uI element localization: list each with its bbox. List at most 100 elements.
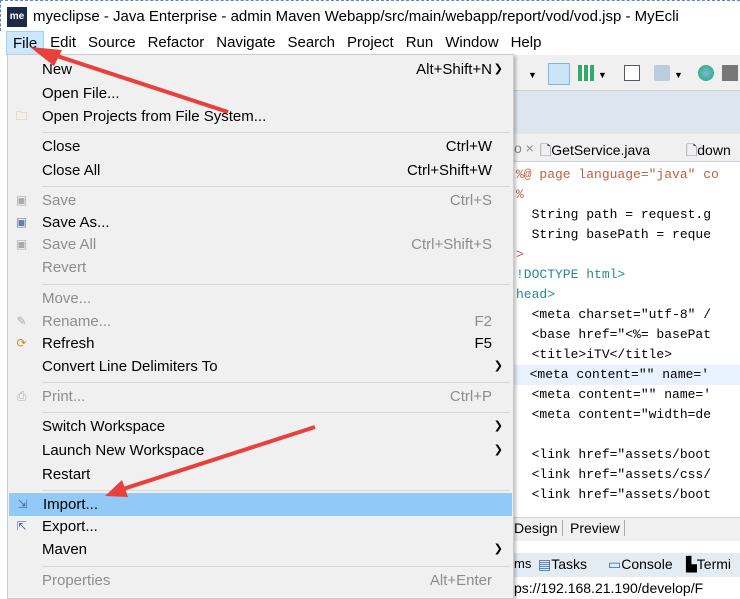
menu-item-save-as[interactable]: ▣ Save As... (8, 211, 513, 234)
code-line: > (516, 247, 524, 262)
menu-separator (42, 412, 510, 413)
code-editor[interactable]: %@ page language="java" co% String path … (514, 162, 740, 517)
camera-icon[interactable] (722, 65, 738, 81)
menu-separator (42, 284, 510, 285)
refresh-icon: ⟳ (16, 336, 27, 350)
save-as-icon: ▣ (15, 215, 28, 229)
menu-item-print[interactable]: ⎙ Print... Ctrl+P (8, 385, 513, 408)
menu-item-label: Save (42, 192, 77, 209)
menu-item-label: Export... (42, 518, 98, 535)
menu-item-import[interactable]: ⇲ Import... (9, 493, 512, 516)
dropdown-icon[interactable]: ▼ (674, 70, 690, 86)
menu-item-convert-line-delimiters-to[interactable]: Convert Line Delimiters To ❯ (8, 355, 513, 378)
dropdown-icon[interactable]: ▼ (528, 70, 544, 86)
menu-item-label: Convert Line Delimiters To (42, 358, 218, 375)
save-all-icon: ▣ (15, 237, 28, 251)
file-icon: 🗋 (686, 142, 698, 158)
submenu-arrow-icon: ❯ (493, 360, 503, 372)
menu-item-label: Close All (42, 162, 101, 179)
shortcut: Ctrl+W (445, 138, 492, 155)
menu-item-revert[interactable]: Revert (8, 256, 513, 279)
menu-item-new[interactable]: New Alt+Shift+N ❯ (8, 58, 513, 81)
tab-close-icon[interactable]: o × (514, 140, 534, 156)
java-file-icon: 🗋 (540, 142, 552, 158)
import-icon: ⇲ (17, 497, 28, 511)
title-bar: me myeclipse - Java Enterprise - admin M… (0, 0, 740, 31)
menu-item-save[interactable]: ▣ Save Ctrl+S (8, 189, 513, 212)
tab-preview[interactable]: Preview (570, 520, 625, 536)
menu-item-label: New (42, 61, 73, 78)
shortcut: Alt+Enter (429, 572, 492, 589)
menu-run[interactable]: Run (400, 31, 440, 55)
code-line: % (516, 187, 524, 202)
menu-bar: File Edit Source Refactor Navigate Search Proj… (0, 31, 740, 55)
shortcut: Ctrl+Shift+W (406, 162, 492, 179)
url-field[interactable]: ps://192.168.21.190/develop/F (514, 580, 740, 599)
toolbar: ▼ ▼ ▼ (514, 55, 740, 91)
menu-item-switch-workspace[interactable]: Switch Workspace ❯ (8, 415, 513, 438)
menu-refactor[interactable]: Refactor (142, 31, 211, 55)
tab-design[interactable]: Design (514, 520, 563, 536)
menu-item-export[interactable]: ⇱ Export... (8, 515, 513, 538)
tab-label: down (697, 142, 731, 158)
menu-file[interactable]: File (6, 31, 45, 55)
file-menu: New Alt+Shift+N ❯ Open File... 🗀 Open Project… (7, 54, 514, 599)
tab-getservice[interactable]: 🗋GetService.java (540, 140, 650, 164)
shortcut: Ctrl+S (449, 192, 492, 209)
menu-item-label: Print... (42, 388, 86, 405)
menu-separator (42, 186, 510, 187)
editor-tabs: o × 🗋GetService.java 🗋down (514, 134, 740, 162)
grid-icon[interactable] (578, 65, 594, 81)
menu-project[interactable]: Project (341, 31, 400, 55)
tab-down[interactable]: 🗋down (686, 140, 731, 164)
menu-separator (42, 490, 510, 491)
menu-item-label: Revert (42, 259, 87, 276)
code-line: <link href="assets/boot (516, 447, 712, 462)
window-title: myeclipse - Java Enterprise - admin Mave… (33, 8, 679, 25)
save-icon: ▣ (15, 193, 28, 207)
menu-item-properties[interactable]: Properties Alt+Enter (8, 569, 513, 592)
menu-item-refresh[interactable]: ⟳ Refresh F5 (8, 332, 513, 355)
menu-help[interactable]: Help (505, 31, 548, 55)
menu-item-label: Switch Workspace (42, 418, 166, 435)
shortcut: Alt+Shift+N (416, 61, 492, 78)
menu-item-move[interactable]: Move... (8, 287, 513, 310)
code-line: !DOCTYPE html> (516, 267, 626, 282)
menu-item-open-projects-from-file-system[interactable]: 🗀 Open Projects from File System... (8, 105, 513, 128)
menu-item-label: Save All (42, 236, 97, 253)
menu-item-save-all[interactable]: ▣ Save All Ctrl+Shift+S (8, 233, 513, 256)
menu-item-label: Open Projects from File System... (42, 108, 267, 125)
code-line: <meta content="" name=' (516, 387, 712, 402)
view-problems[interactable]: ms (514, 556, 531, 571)
view-terminal[interactable]: ▙Termi (686, 556, 731, 573)
dropdown-icon[interactable]: ▼ (598, 70, 614, 86)
menu-item-launch-new-workspace[interactable]: Launch New Workspace ❯ (8, 439, 513, 462)
menu-navigate[interactable]: Navigate (210, 31, 281, 55)
shortcut: Ctrl+Shift+S (411, 236, 492, 253)
menu-item-close-all[interactable]: Close All Ctrl+Shift+W (8, 159, 513, 182)
submenu-arrow-icon: ❯ (493, 444, 503, 456)
menu-edit[interactable]: Edit (44, 31, 82, 55)
menu-item-open-file[interactable]: Open File... (8, 82, 513, 105)
wizard-icon[interactable] (654, 65, 670, 81)
view-tasks[interactable]: ▤Tasks (538, 556, 587, 573)
menu-window[interactable]: Window (439, 31, 504, 55)
open-perspective-icon[interactable] (548, 63, 570, 85)
menu-source[interactable]: Source (82, 31, 142, 55)
export-icon: ⇱ (16, 519, 27, 533)
views-bar: ms ▤Tasks ▭Console ▙Termi (514, 553, 740, 577)
menu-item-close[interactable]: Close Ctrl+W (8, 135, 513, 158)
menu-item-label: Import... (43, 496, 99, 513)
menu-search[interactable]: Search (281, 31, 341, 55)
menu-item-maven[interactable]: Maven ❯ (8, 538, 513, 561)
terminal-icon: ▙ (686, 556, 697, 572)
globe-icon[interactable] (698, 65, 714, 81)
menu-item-label: Maven (42, 541, 88, 558)
view-console[interactable]: ▭Console (608, 556, 673, 573)
menu-item-label: Properties (42, 572, 111, 589)
menu-separator (42, 382, 510, 383)
calendar-icon[interactable] (624, 65, 640, 81)
folder-icon: 🗀 (15, 109, 28, 123)
menu-item-restart[interactable]: Restart (8, 463, 513, 486)
menu-item-rename[interactable]: ✎ Rename... F2 (8, 310, 513, 333)
